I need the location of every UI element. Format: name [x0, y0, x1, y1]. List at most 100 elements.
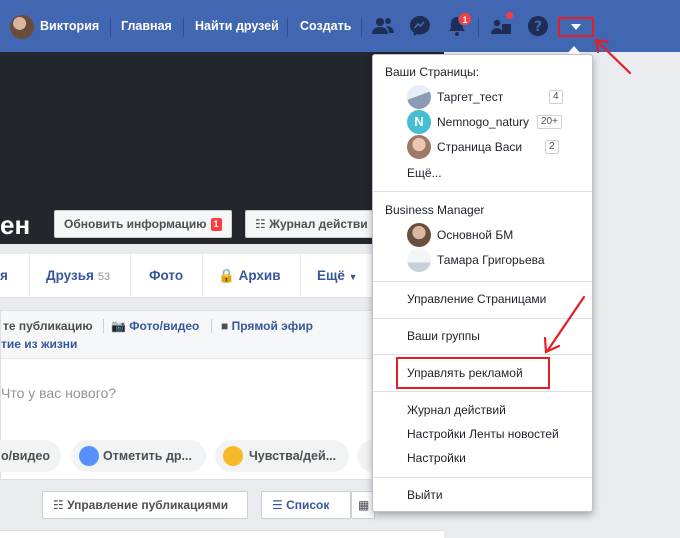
tab-divider	[300, 254, 301, 298]
live-video-tab[interactable]: ■ Прямой эфир	[221, 319, 313, 333]
page-notification-count: 20+	[537, 115, 562, 129]
camera-icon: 📷	[111, 319, 126, 333]
page-item[interactable]: Страница Васи 2	[407, 135, 583, 159]
business-manager-header: Business Manager	[385, 203, 485, 217]
tab-friends-label: Друзья	[46, 268, 94, 283]
manage-pages-item[interactable]: Управление Страницами	[407, 292, 546, 306]
list-icon: ☷	[255, 217, 270, 231]
manage-posts-button[interactable]: ☷ Управление публикациями	[42, 491, 248, 519]
bm-label: Тамара Григорьева	[437, 253, 545, 267]
business-manager-item[interactable]: Тамара Григорьева	[407, 248, 583, 272]
page-avatar	[407, 85, 431, 109]
page-label: Nemnogo_natury	[437, 115, 530, 129]
header-divider	[103, 319, 104, 333]
header-divider	[211, 319, 212, 333]
life-event-tab[interactable]: тие из жизни	[1, 337, 77, 351]
tag-friends-label: Отметить др...	[103, 449, 192, 463]
account-dropdown-menu: Ваши Страницы: Таргет_тест 4 N Nemnogo_n…	[372, 54, 593, 512]
nav-divider	[110, 17, 111, 37]
smiley-icon	[223, 446, 243, 466]
menu-divider	[373, 191, 592, 192]
menu-divider	[373, 318, 592, 319]
bm-avatar	[407, 248, 431, 272]
timeline-card	[0, 530, 444, 538]
lock-icon: 🔒	[218, 268, 235, 283]
tab-archive-label: Архив	[238, 268, 281, 283]
account-menu-button[interactable]	[558, 17, 594, 37]
business-manager-item[interactable]: Основной БМ	[407, 223, 583, 247]
top-navigation-bar: Виктория Главная Найти друзей Создать 1 …	[0, 0, 680, 52]
list-icon: ☰	[272, 498, 287, 512]
chevron-down-icon	[571, 24, 581, 30]
manage-ads-highlight	[396, 357, 550, 389]
tab-more[interactable]: Ещё ▼	[317, 254, 358, 298]
page-notification-count: 2	[545, 140, 559, 154]
nav-divider	[361, 17, 362, 37]
people-dot-badge	[505, 11, 514, 20]
messenger-icon[interactable]	[408, 14, 432, 38]
page-notification-count: 4	[549, 90, 563, 104]
page-avatar: N	[407, 110, 431, 134]
create-link[interactable]: Создать	[300, 0, 351, 52]
tab-friends[interactable]: Друзья 53	[46, 254, 110, 298]
news-feed-settings-item[interactable]: Настройки Ленты новостей	[407, 427, 559, 441]
bm-avatar	[407, 223, 431, 247]
your-pages-header: Ваши Страницы:	[385, 65, 480, 79]
menu-divider	[373, 281, 592, 282]
live-label: Прямой эфир	[231, 319, 313, 333]
more-pages-link[interactable]: Ещё...	[407, 166, 442, 180]
activity-log-button[interactable]: ☷ Журнал действи	[245, 210, 385, 238]
tab-divider	[202, 254, 203, 298]
your-groups-item[interactable]: Ваши группы	[407, 329, 480, 343]
create-post-tab[interactable]: те публикацию	[3, 319, 93, 333]
home-link[interactable]: Главная	[121, 0, 172, 52]
user-avatar[interactable]	[10, 15, 34, 39]
friends-icon[interactable]	[371, 14, 395, 38]
page-avatar	[407, 135, 431, 159]
manage-posts-label: Управление публикациями	[67, 498, 229, 512]
tag-friends-pill[interactable]: Отметить др...	[71, 440, 206, 472]
page-label: Страница Васи	[437, 140, 523, 154]
logout-item[interactable]: Выйти	[407, 488, 443, 502]
tab-divider	[29, 254, 30, 298]
tab-divider	[130, 254, 131, 298]
feelings-label: Чувства/дей...	[249, 449, 337, 463]
profile-link[interactable]: Виктория	[40, 0, 99, 52]
tab-archive[interactable]: 🔒 Архив	[218, 254, 281, 298]
tag-people-icon	[79, 446, 99, 466]
photo-video-pill[interactable]: о/видео	[0, 440, 61, 472]
menu-divider	[373, 354, 592, 355]
caret-down-icon: ▼	[348, 272, 358, 282]
help-icon[interactable]: ?	[526, 14, 550, 38]
page-item[interactable]: Таргет_тест 4	[407, 85, 583, 109]
photo-video-tab[interactable]: 📷 Фото/видео	[111, 319, 199, 333]
menu-divider	[373, 391, 592, 392]
find-friends-link[interactable]: Найти друзей	[195, 0, 279, 52]
tab-photos[interactable]: Фото	[149, 254, 183, 298]
nav-divider	[478, 17, 479, 37]
composer-input[interactable]: Что у вас нового?	[1, 385, 116, 401]
profile-name: ен	[0, 210, 31, 240]
feelings-pill[interactable]: Чувства/дей...	[215, 440, 349, 472]
page-label: Таргет_тест	[437, 90, 504, 104]
settings-item[interactable]: Настройки	[407, 451, 466, 465]
notifications-badge: 1	[458, 12, 472, 26]
update-info-badge: 1	[210, 218, 222, 231]
friends-count: 53	[97, 271, 111, 283]
photo-video-label: Фото/видео	[129, 319, 200, 333]
tab-more-label: Ещё	[317, 268, 345, 283]
bm-label: Основной БМ	[437, 228, 514, 242]
grid-icon: ▦	[358, 498, 370, 512]
activity-log-label: Журнал действи	[269, 217, 368, 231]
update-info-button[interactable]: Обновить информацию 1	[54, 210, 232, 238]
svg-text:?: ?	[534, 19, 542, 35]
page-item[interactable]: N Nemnogo_natury 20+	[407, 110, 583, 134]
video-icon: ■	[221, 319, 229, 333]
list-view-label: Список	[286, 498, 330, 512]
nav-divider	[287, 17, 288, 37]
update-info-label: Обновить информацию	[64, 217, 207, 231]
nav-divider	[183, 17, 184, 37]
tab-timeline[interactable]: я	[0, 254, 8, 298]
activity-log-item[interactable]: Журнал действий	[407, 403, 506, 417]
list-view-button[interactable]: ☰ Список	[261, 491, 351, 519]
